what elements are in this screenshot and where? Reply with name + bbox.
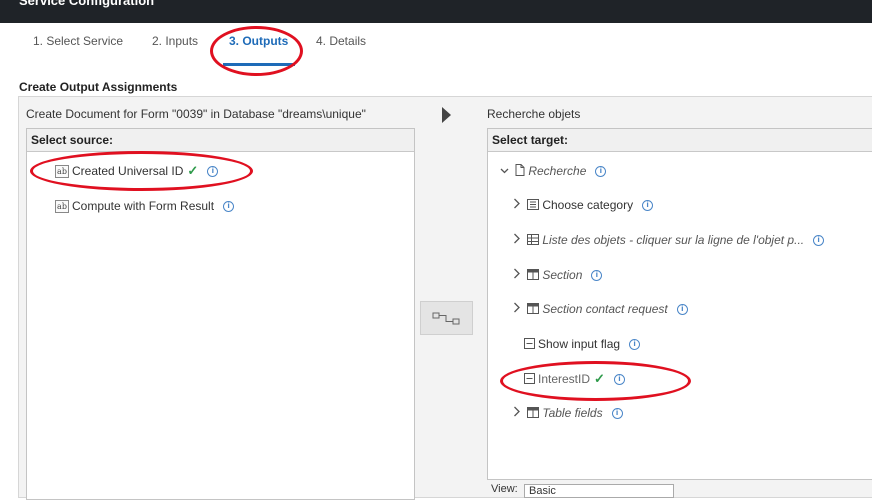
target-item-label: Recherche xyxy=(528,164,587,178)
section-icon xyxy=(527,301,540,319)
info-icon[interactable]: i xyxy=(613,374,625,386)
info-icon[interactable]: i xyxy=(813,235,825,247)
info-icon[interactable]: i xyxy=(595,166,607,178)
source-item-label: Compute with Form Result xyxy=(72,199,215,213)
field-icon xyxy=(524,336,535,354)
tab-select-service[interactable]: 1. Select Service xyxy=(33,34,123,48)
active-tab-indicator xyxy=(223,63,295,66)
target-item-show-input-flag[interactable]: Show input flag i xyxy=(524,335,641,354)
view-select-value: Basic xyxy=(529,485,556,497)
info-icon[interactable]: i xyxy=(611,408,623,420)
info-icon[interactable]: i xyxy=(591,270,603,282)
target-panel: Select target: Recherche i Choose categor… xyxy=(487,128,872,480)
target-item-section[interactable]: Section i xyxy=(512,266,603,285)
chevron-right-icon[interactable] xyxy=(512,405,524,423)
target-caption: Recherche objets xyxy=(487,107,581,121)
document-icon xyxy=(515,163,525,181)
window-title: Service Configuration xyxy=(19,0,155,8)
source-item-label: Created Universal ID xyxy=(72,164,184,178)
info-icon[interactable]: i xyxy=(207,166,219,178)
source-panel: Select source: ab Created Universal ID ✓ i … xyxy=(26,128,415,500)
info-icon[interactable]: i xyxy=(629,339,641,351)
source-item-compute-with-form-result[interactable]: ab Compute with Form Result i xyxy=(55,197,235,215)
chevron-down-icon[interactable] xyxy=(500,163,512,181)
info-icon[interactable]: i xyxy=(642,200,654,212)
source-item-created-universal-id[interactable]: ab Created Universal ID ✓ i xyxy=(55,162,219,180)
tab-outputs[interactable]: 3. Outputs xyxy=(229,34,288,48)
text-field-icon: ab xyxy=(55,200,69,214)
section-icon xyxy=(527,405,540,423)
window-titlebar: Service Configuration xyxy=(0,0,872,23)
target-item-label: Section xyxy=(542,268,583,282)
target-item-label: Liste des objets - cliquer sur la ligne … xyxy=(542,233,805,247)
target-root-recherche[interactable]: Recherche i xyxy=(500,162,607,181)
target-item-label: Show input flag xyxy=(538,337,621,351)
target-item-label: Table fields xyxy=(542,406,603,420)
section-title: Create Output Assignments xyxy=(19,80,178,94)
table-icon xyxy=(527,232,540,250)
text-field-icon: ab xyxy=(55,165,69,179)
chevron-right-icon[interactable] xyxy=(512,232,524,250)
target-item-label: Section contact request xyxy=(542,302,668,316)
chevron-right-icon[interactable] xyxy=(512,197,524,215)
category-list-icon xyxy=(527,197,540,215)
source-caption: Create Document for Form "0039" in Datab… xyxy=(26,107,366,121)
target-item-interestid[interactable]: InterestID ✓ i xyxy=(524,370,625,388)
target-item-label: InterestID xyxy=(538,372,591,386)
wizard-tabs: 1. Select Service 2. Inputs 3. Outputs 4… xyxy=(0,23,872,68)
view-bar: View: Basic xyxy=(489,481,872,498)
section-icon xyxy=(527,267,540,285)
checkmark-icon: ✓ xyxy=(594,371,605,386)
tab-details[interactable]: 4. Details xyxy=(316,34,366,48)
checkmark-icon: ✓ xyxy=(187,163,199,178)
target-item-label: Choose category xyxy=(542,198,634,212)
chevron-right-icon[interactable] xyxy=(512,301,524,319)
target-item-choose-category[interactable]: Choose category i xyxy=(512,196,654,215)
target-item-section-contact-request[interactable]: Section contact request i xyxy=(512,300,688,318)
field-icon xyxy=(524,371,535,389)
view-label: View: xyxy=(491,483,518,495)
source-panel-header: Select source: xyxy=(27,129,414,152)
target-item-liste-des-objets[interactable]: Liste des objets - cliquer sur la ligne … xyxy=(512,231,825,250)
direction-arrow-icon xyxy=(442,107,451,123)
tab-inputs[interactable]: 2. Inputs xyxy=(152,34,198,48)
target-panel-header: Select target: xyxy=(488,129,872,152)
map-assignment-button[interactable] xyxy=(420,301,473,335)
view-select[interactable]: Basic xyxy=(524,484,674,498)
target-item-table-fields[interactable]: Table fields i xyxy=(512,404,623,422)
chevron-right-icon[interactable] xyxy=(512,267,524,285)
info-icon[interactable]: i xyxy=(676,304,688,316)
connect-nodes-icon xyxy=(432,312,460,325)
info-icon[interactable]: i xyxy=(223,201,235,213)
